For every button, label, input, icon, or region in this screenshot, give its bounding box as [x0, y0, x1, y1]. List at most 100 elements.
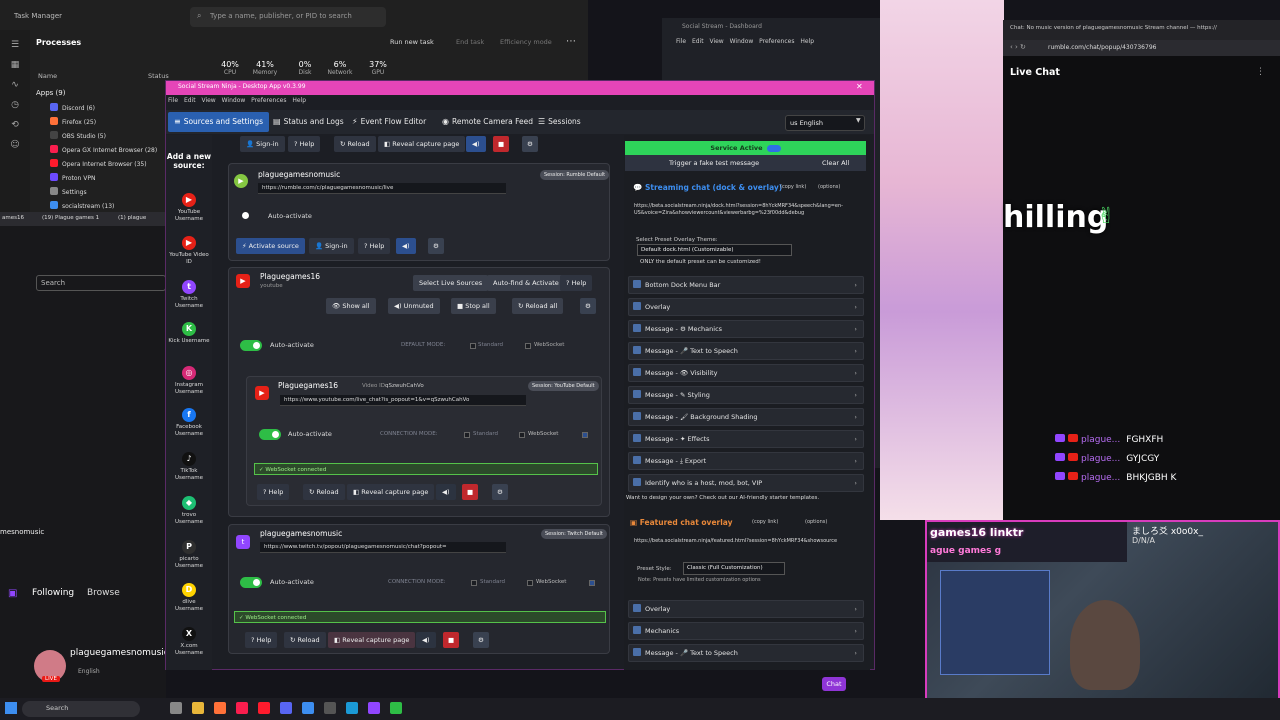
add-source-button[interactable]: ◎ Instagram Username — [168, 366, 210, 396]
task-manager-search[interactable]: ⌕ Type a name, publisher, or PID to searc… — [190, 7, 386, 27]
copy-link-button[interactable]: (copy link) — [780, 184, 806, 190]
process-row[interactable]: OBS Studio (5) — [44, 130, 157, 144]
expand-checkbox[interactable] — [589, 580, 595, 586]
status-header[interactable]: Status — [148, 72, 169, 80]
steam-icon[interactable] — [346, 702, 358, 714]
speaker-icon[interactable]: ◀) — [466, 136, 486, 152]
twitch-url-field[interactable]: https://www.twitch.tv/popout/plaguegames… — [260, 542, 506, 553]
help-button[interactable]: ? Help — [257, 484, 290, 500]
network-column[interactable]: 6% Network — [320, 60, 360, 76]
tab-sessions[interactable]: ☰ Sessions — [532, 112, 587, 132]
task-view-icon[interactable] — [170, 702, 182, 714]
close-icon[interactable]: ✕ — [856, 82, 863, 91]
help-button[interactable]: ? Help — [358, 238, 391, 254]
websocket-checkbox[interactable] — [525, 343, 531, 349]
cpu-column[interactable]: 40% CPU — [210, 60, 250, 76]
disk-column[interactable]: 0% Disk — [285, 60, 325, 76]
gear-icon[interactable]: ⚙ — [428, 238, 444, 254]
gpu-column[interactable]: 37% GPU — [358, 60, 398, 76]
accordion-item[interactable]: Message - 🖌 Background Shading › — [628, 408, 864, 426]
help-button[interactable]: ? Help — [560, 275, 593, 291]
standard-checkbox[interactable] — [471, 580, 477, 586]
reveal-capture-button[interactable]: ◧ Reveal capture page — [347, 484, 435, 500]
firefox-icon[interactable] — [214, 702, 226, 714]
reload-button[interactable]: ↻ Reload — [334, 136, 376, 152]
accordion-item[interactable]: Overlay › — [628, 298, 864, 316]
auto-find-activate-button[interactable]: Auto-find & Activate — [487, 275, 565, 291]
tab-sources-and-settings[interactable]: ≡ Sources and Settings — [168, 112, 270, 132]
add-source-button[interactable]: X X.com Username — [168, 627, 210, 657]
browser-tab[interactable]: (1) plague — [118, 215, 146, 221]
users-icon[interactable]: ☺ — [0, 140, 30, 150]
expand-checkbox[interactable] — [582, 432, 588, 438]
websocket-checkbox[interactable] — [527, 580, 533, 586]
show-all-button[interactable]: 👁 Show all — [326, 298, 376, 314]
process-row[interactable]: Settings — [44, 186, 157, 200]
socialstream-icon[interactable] — [302, 702, 314, 714]
process-row[interactable]: Opera GX Internet Browser (28) — [44, 144, 157, 158]
reveal-capture-button[interactable]: ◧ Reveal capture page — [378, 136, 466, 152]
add-source-button[interactable]: ◆ trovo Username — [168, 496, 210, 526]
add-source-button[interactable]: ▶ YouTube Username — [168, 193, 210, 223]
auto-activate-radio[interactable] — [242, 212, 249, 219]
options-button[interactable]: (options) — [805, 519, 827, 525]
add-source-button[interactable]: Ppicarto Username — [168, 540, 210, 570]
service-active-toggle[interactable]: Service Active — [625, 141, 866, 155]
process-row[interactable]: Opera Internet Browser (35) — [44, 158, 157, 172]
reveal-capture-button[interactable]: ◧ Reveal capture page — [328, 632, 416, 648]
accordion-item[interactable]: Mechanics › — [628, 622, 864, 640]
gear-icon[interactable]: ⚙ — [522, 136, 538, 152]
taskbar-search[interactable]: Search — [22, 701, 140, 717]
startup-icon[interactable]: ⟲ — [0, 120, 30, 130]
process-row[interactable]: Discord (6) — [44, 102, 157, 116]
windows-start-icon[interactable] — [5, 702, 17, 714]
more-options-icon[interactable]: ⋯ — [566, 36, 576, 47]
accordion-item[interactable]: Overlay › — [628, 600, 864, 618]
stop-icon[interactable]: ■ — [493, 136, 510, 152]
accordion-item[interactable]: Identify who is a host, mod, bot, VIP › — [628, 474, 864, 492]
url-field[interactable]: rumble.com/chat/popup/430736796 — [1048, 44, 1156, 51]
reload-button[interactable]: ↻ Reload — [284, 632, 326, 648]
performance-icon[interactable]: ∿ — [0, 80, 30, 90]
tab-status-and-logs[interactable]: ▤ Status and Logs — [267, 112, 350, 132]
stop-icon[interactable]: ■ — [462, 484, 479, 500]
add-source-button[interactable]: f Facebook Username — [168, 408, 210, 438]
auto-activate-toggle[interactable] — [259, 429, 281, 440]
browser-tab[interactable]: (19) Plague games 1 — [42, 215, 99, 221]
video-url-field[interactable]: https://www.youtube.com/live_chat?is_pop… — [280, 395, 526, 406]
add-source-button[interactable]: t Twitch Username — [168, 280, 210, 310]
accordion-item[interactable]: Message - ✦ Effects › — [628, 430, 864, 448]
run-new-task-button[interactable]: Run new task — [390, 38, 434, 46]
accordion-item[interactable]: Bottom Dock Menu Bar › — [628, 276, 864, 294]
activate-source-button[interactable]: ⚡ Activate source — [236, 238, 305, 254]
help-button[interactable]: ? Help — [288, 136, 321, 152]
speaker-icon[interactable]: ◀) — [416, 632, 436, 648]
speaker-icon[interactable]: ◀) — [396, 238, 416, 254]
accordion-item[interactable]: Message - 🎤 Text to Speech › — [628, 342, 864, 360]
accordion-item[interactable]: Message - ⚙ Mechanics › — [628, 320, 864, 338]
name-header[interactable]: Name — [38, 72, 57, 80]
stop-icon[interactable]: ■ — [443, 632, 460, 648]
opera-gx-icon[interactable] — [236, 702, 248, 714]
dock-url[interactable]: https://beta.socialstream.ninja/dock.htm… — [634, 203, 860, 221]
accordion-item[interactable]: Message - ⤓ Export › — [628, 452, 864, 470]
auto-activate-toggle[interactable] — [240, 340, 262, 351]
efficiency-mode-button[interactable]: Efficiency mode — [500, 38, 552, 46]
reload-all-button[interactable]: ↻ Reload all — [512, 298, 564, 314]
dashboard-menu[interactable]: File Edit View Window Preferences Help — [676, 38, 814, 45]
discord-icon[interactable] — [280, 702, 292, 714]
featured-url[interactable]: https://beta.socialstream.ninja/featured… — [634, 538, 837, 544]
signin-button[interactable]: 👤 Sign-in — [309, 238, 354, 254]
add-source-button[interactable]: K Kick Username — [168, 322, 210, 345]
options-button[interactable]: (options) — [818, 184, 840, 190]
tab-event-flow-editor[interactable]: ⚡ Event Flow Editor — [346, 112, 432, 132]
file-explorer-icon[interactable] — [192, 702, 204, 714]
add-source-button[interactable]: Ddlive Username — [168, 583, 210, 613]
copy-link-button[interactable]: (copy link) — [752, 519, 778, 525]
standard-checkbox[interactable] — [464, 432, 470, 438]
tab-remote-camera-feed[interactable]: ◉ Remote Camera Feed — [436, 112, 539, 132]
gear-icon[interactable]: ⚙ — [473, 632, 489, 648]
rumble-url-field[interactable]: https://rumble.com/c/plaguegamesnomusic/… — [258, 183, 506, 194]
signin-button[interactable]: 👤 Sign-in — [240, 136, 285, 152]
gear-icon[interactable]: ⚙ — [492, 484, 508, 500]
